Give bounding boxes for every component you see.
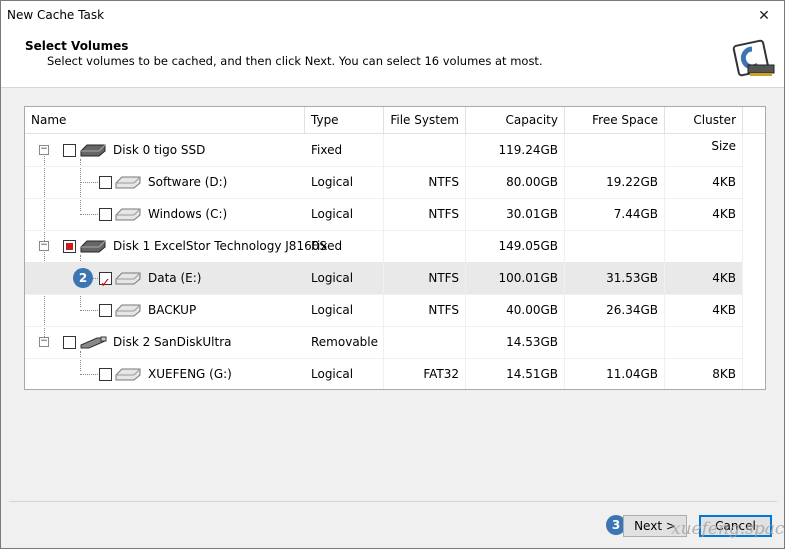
- row-file-system: NTFS: [384, 198, 466, 230]
- row-type: Logical: [305, 358, 384, 389]
- row-type: Logical: [305, 262, 384, 294]
- watermark: xuefeng.space: [671, 519, 785, 539]
- hard-disk-icon: [80, 144, 106, 157]
- new-cache-task-window: New Cache Task ✕ Select Volumes Select v…: [0, 0, 785, 549]
- row-capacity: 14.53GB: [466, 326, 565, 358]
- checkbox-xuefeng-g[interactable]: [99, 368, 112, 381]
- row-file-system: [384, 134, 466, 166]
- table-row[interactable]: − Disk 2 SanDiskUltra Removable 14.53GB: [25, 326, 743, 359]
- close-icon[interactable]: ✕: [744, 1, 784, 31]
- row-type: Logical: [305, 198, 384, 230]
- volume-icon: [115, 304, 141, 317]
- collapse-icon[interactable]: −: [39, 145, 49, 155]
- row-free-space: 19.22GB: [565, 166, 665, 198]
- wizard-header: Select Volumes Select volumes to be cach…: [1, 31, 784, 88]
- row-name: BACKUP: [148, 303, 197, 317]
- row-cluster-size: 8KB: [665, 358, 743, 389]
- row-cluster-size: [665, 134, 743, 166]
- row-free-space: 11.04GB: [565, 358, 665, 389]
- row-name: XUEFENG (G:): [148, 367, 232, 381]
- column-free-space[interactable]: Free Space: [565, 107, 665, 133]
- row-cluster-size: [665, 326, 743, 358]
- checkbox-disk-0[interactable]: [63, 144, 76, 157]
- volume-icon: [115, 176, 141, 189]
- page-subtitle: Select volumes to be cached, and then cl…: [47, 54, 543, 68]
- title-bar: New Cache Task ✕: [1, 1, 784, 31]
- hard-disk-icon: [80, 240, 106, 253]
- volume-icon: [115, 272, 141, 285]
- column-type[interactable]: Type: [305, 107, 384, 133]
- row-free-space: 7.44GB: [565, 198, 665, 230]
- row-free-space: [565, 326, 665, 358]
- checkbox-windows-c[interactable]: [99, 208, 112, 221]
- table-row[interactable]: − Disk 1 ExcelStor Technology J8160S Fix…: [25, 230, 743, 263]
- row-free-space: [565, 230, 665, 262]
- row-cluster-size: 4KB: [665, 198, 743, 230]
- checkbox-disk-2[interactable]: [63, 336, 76, 349]
- row-file-system: NTFS: [384, 262, 466, 294]
- row-capacity: 30.01GB: [466, 198, 565, 230]
- row-cluster-size: 4KB: [665, 166, 743, 198]
- row-capacity: 149.05GB: [466, 230, 565, 262]
- checkbox-backup[interactable]: [99, 304, 112, 317]
- collapse-icon[interactable]: −: [39, 241, 49, 251]
- row-type: Fixed: [305, 134, 384, 166]
- column-file-system[interactable]: File System: [384, 107, 466, 133]
- row-capacity: 119.24GB: [466, 134, 565, 166]
- list-header: Name Type File System Capacity Free Spac…: [25, 107, 765, 153]
- column-name[interactable]: Name: [25, 107, 305, 133]
- checkbox-data-e[interactable]: [99, 268, 112, 300]
- row-name: Windows (C:): [148, 207, 228, 221]
- row-cluster-size: 4KB: [665, 262, 743, 294]
- collapse-icon[interactable]: −: [39, 337, 49, 347]
- row-name: Data (E:): [148, 271, 202, 285]
- table-row[interactable]: XUEFENG (G:) Logical FAT32 14.51GB 11.04…: [25, 358, 743, 389]
- row-type: Fixed: [305, 230, 384, 262]
- row-name: Disk 1 ExcelStor Technology J8160S: [113, 239, 327, 253]
- checkbox-disk-1[interactable]: [63, 240, 76, 253]
- row-capacity: 100.01GB: [466, 262, 565, 294]
- row-file-system: [384, 230, 466, 262]
- row-type: Logical: [305, 294, 384, 326]
- row-cluster-size: [665, 230, 743, 262]
- row-file-system: NTFS: [384, 166, 466, 198]
- row-free-space: [565, 134, 665, 166]
- step-badge-2: 2: [73, 268, 93, 288]
- row-file-system: FAT32: [384, 358, 466, 389]
- footer-divider: [9, 501, 777, 502]
- row-cluster-size: 4KB: [665, 294, 743, 326]
- volume-icon: [115, 368, 141, 381]
- table-row[interactable]: Software (D:) Logical NTFS 80.00GB 19.22…: [25, 166, 743, 199]
- cache-disk-icon: [732, 39, 775, 77]
- table-row[interactable]: − Disk 0 tigo SSD Fixed 119.24GB: [25, 134, 743, 167]
- row-capacity: 40.00GB: [466, 294, 565, 326]
- volume-icon: [115, 208, 141, 221]
- table-row-selected[interactable]: 2 Data (E:) Logical NTFS 100.01GB 31.53G…: [25, 262, 743, 300]
- row-name: Software (D:): [148, 175, 228, 189]
- row-name: Disk 2 SanDiskUltra: [113, 335, 232, 349]
- window-title: New Cache Task: [7, 8, 105, 22]
- row-capacity: 14.51GB: [466, 358, 565, 389]
- table-row[interactable]: Windows (C:) Logical NTFS 30.01GB 7.44GB…: [25, 198, 743, 231]
- table-row[interactable]: BACKUP Logical NTFS 40.00GB 26.34GB 4KB: [25, 294, 743, 327]
- checkbox-software-d[interactable]: [99, 176, 112, 189]
- row-file-system: [384, 326, 466, 358]
- row-type: Removable: [305, 326, 384, 358]
- row-type: Logical: [305, 166, 384, 198]
- row-capacity: 80.00GB: [466, 166, 565, 198]
- row-free-space: 26.34GB: [565, 294, 665, 326]
- column-capacity[interactable]: Capacity: [466, 107, 565, 133]
- column-cluster-size[interactable]: Cluster Size: [665, 107, 743, 153]
- row-name: Disk 0 tigo SSD: [113, 143, 206, 157]
- volume-list[interactable]: Name Type File System Capacity Free Spac…: [24, 106, 766, 390]
- page-title: Select Volumes: [25, 39, 129, 53]
- row-free-space: 31.53GB: [565, 262, 665, 294]
- usb-drive-icon: [80, 336, 107, 349]
- row-file-system: NTFS: [384, 294, 466, 326]
